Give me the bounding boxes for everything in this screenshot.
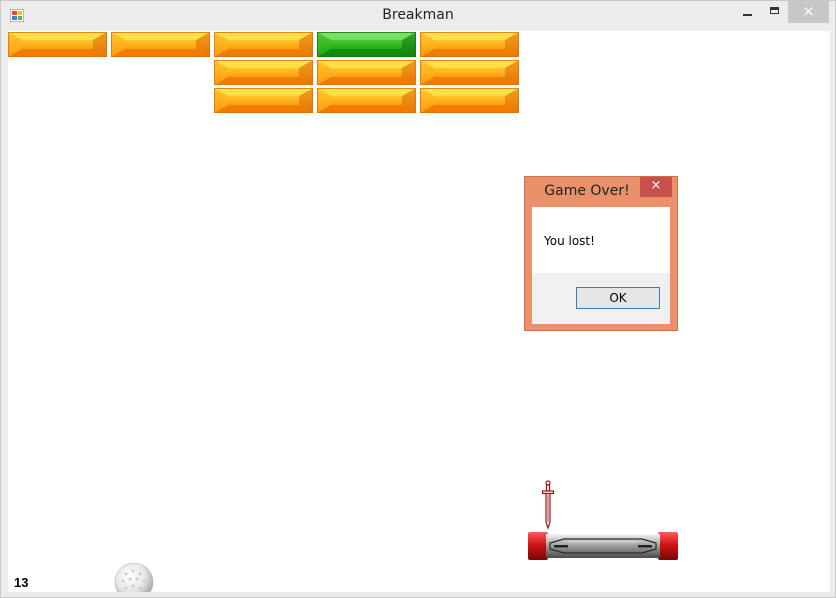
minimize-button[interactable] [735, 1, 761, 23]
maximize-icon [770, 7, 779, 14]
title-bar[interactable]: Breakman × [1, 1, 835, 31]
close-button[interactable]: × [788, 1, 829, 23]
brick-orange [8, 32, 107, 57]
brick-orange [111, 32, 210, 57]
brick-green [317, 32, 416, 57]
close-icon: × [650, 178, 662, 193]
close-icon: × [802, 2, 815, 20]
score-counter: 13 [14, 575, 29, 590]
dialog-title: Game Over! [544, 183, 630, 199]
dialog-message-area: You lost! [532, 207, 670, 273]
dialog-body: You lost! OK [532, 207, 670, 324]
brick-orange [214, 88, 313, 113]
dialog-close-button[interactable]: × [640, 177, 672, 197]
app-window: Breakman × 13 Game Over! × You lost! OK [0, 0, 836, 598]
maximize-button[interactable] [761, 1, 787, 23]
window-title: Breakman [382, 7, 454, 23]
ball [114, 562, 154, 592]
game-over-dialog: Game Over! × You lost! OK [524, 176, 678, 331]
brick-orange [317, 88, 416, 113]
ok-button[interactable]: OK [576, 287, 660, 309]
brick-orange [420, 88, 519, 113]
brick-orange [420, 60, 519, 85]
sword-projectile [541, 480, 555, 530]
dialog-message: You lost! [544, 234, 595, 248]
brick-orange [317, 60, 416, 85]
game-area[interactable]: 13 [8, 31, 830, 592]
brick-orange [214, 32, 313, 57]
paddle[interactable] [528, 531, 678, 561]
minimize-icon [743, 14, 752, 16]
brick-orange [214, 60, 313, 85]
brick-orange [420, 32, 519, 57]
